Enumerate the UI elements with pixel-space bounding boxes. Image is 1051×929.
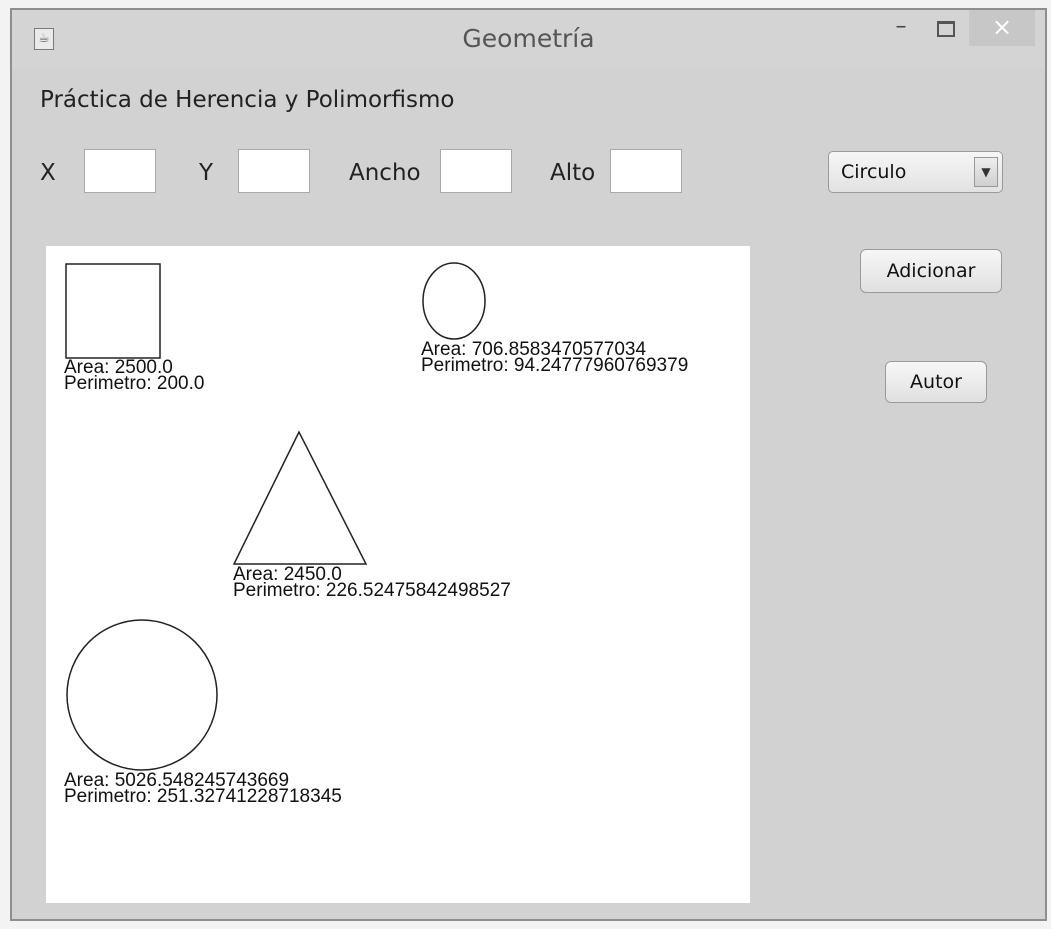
maximize-icon (937, 21, 955, 37)
x-field[interactable] (84, 149, 156, 193)
author-button[interactable]: Autor (885, 361, 987, 403)
app-window: ☕ Geometría – × Práctica de Herencia y P… (10, 8, 1047, 921)
triangle-perimeter-text: Perimetro: 226.52475842498527 (233, 580, 511, 601)
drawing-canvas[interactable]: Area: 2500.0 Perimetro: 200.0 Area: 706.… (46, 246, 750, 903)
add-button[interactable]: Adicionar (860, 249, 1002, 293)
ellipse-perimeter-text: Perimetro: 94.24777960769379 (421, 355, 689, 376)
square-perimeter-text: Perimetro: 200.0 (64, 373, 205, 394)
shape-select-value: Circulo (841, 161, 907, 183)
ancho-label: Ancho (349, 160, 421, 186)
circle-shape (66, 619, 218, 771)
practice-title: Práctica de Herencia y Polimorfismo (40, 87, 455, 113)
close-button[interactable]: × (969, 10, 1035, 46)
triangle-shape (232, 430, 368, 565)
minimize-button[interactable]: – (878, 10, 924, 46)
chevron-down-icon[interactable]: ▼ (974, 157, 998, 187)
alto-field[interactable] (610, 149, 682, 193)
x-label: X (40, 160, 56, 186)
alto-label: Alto (550, 160, 596, 186)
shape-select[interactable]: Circulo ▼ (828, 151, 1003, 193)
circle-perimeter-text: Perimetro: 251.32741228718345 (64, 786, 342, 807)
y-field[interactable] (238, 149, 310, 193)
title-bar[interactable]: ☕ Geometría – × (12, 10, 1045, 68)
maximize-button[interactable] (923, 10, 969, 46)
ancho-field[interactable] (440, 149, 512, 193)
y-label: Y (199, 160, 214, 186)
ellipse-shape (422, 262, 486, 340)
square-shape (65, 263, 161, 359)
